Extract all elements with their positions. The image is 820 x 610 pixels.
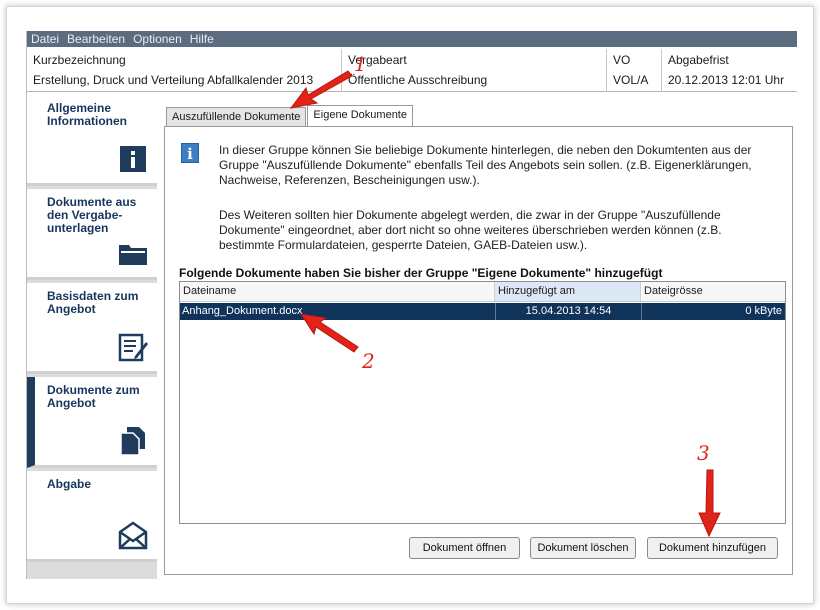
open-document-button[interactable]: Dokument öffnen	[409, 537, 520, 559]
vergabeart-value: Öffentliche Ausschreibung	[348, 73, 488, 87]
sidebar-item-label: Basisdaten zum Angebot	[47, 289, 139, 316]
info-icon	[120, 146, 146, 172]
abgabefrist-label: Abgabefrist	[668, 53, 729, 67]
sidebar-item-basisdaten[interactable]: Basisdaten zum Angebot	[27, 283, 157, 374]
table-row[interactable]: Anhang_Dokument.docx 15.04.2013 14:54 0 …	[180, 303, 785, 320]
section-title: Folgende Dokumente haben Sie bisher der …	[179, 266, 663, 280]
sidebar-item-label: Allgemeine Informationen	[47, 101, 127, 128]
kurzbezeichnung-label: Kurzbezeichnung	[33, 53, 126, 67]
cell-dateiname: Anhang_Dokument.docx	[182, 305, 303, 317]
main-content: Auszufüllende Dokumente Eigene Dokumente…	[160, 95, 797, 579]
envelope-icon	[118, 521, 148, 550]
folder-icon	[119, 245, 147, 265]
document-tabs: Auszufüllende Dokumente Eigene Dokumente	[166, 105, 414, 127]
info-icon: i	[181, 143, 199, 163]
eigene-dokumente-panel: i In dieser Gruppe können Sie beliebige …	[164, 126, 793, 575]
sidebar-item-allgemeine-informationen[interactable]: Allgemeine Informationen	[27, 95, 157, 186]
sidebar-item-label: Dokumente aus den Vergabe-unterlagen	[47, 195, 137, 235]
edit-form-icon	[118, 333, 148, 362]
cell-hinzugefuegt-am: 15.04.2013 14:54	[495, 303, 641, 320]
sidebar-item-label: Dokumente zum Angebot	[47, 383, 140, 410]
header-vergabeart: Vergabeart Öffentliche Ausschreibung	[341, 49, 606, 92]
annotation-number-3: 3	[697, 441, 710, 465]
kurzbezeichnung-value: Erstellung, Druck und Verteilung Abfallk…	[33, 73, 314, 87]
info-text-2: Des Weiteren sollten hier Dokumente abge…	[219, 208, 722, 252]
documents-icon	[120, 427, 145, 456]
tab-eigene-dokumente[interactable]: Eigene Dokumente	[307, 105, 413, 126]
tab-auszufuellende-dokumente[interactable]: Auszufüllende Dokumente	[166, 107, 307, 126]
table-header: Dateiname Hinzugefügt am Dateigrösse	[180, 282, 785, 302]
sidebar-item-label: Abgabe	[47, 477, 92, 491]
vo-label: VO	[613, 53, 631, 67]
column-dateiname[interactable]: Dateiname	[180, 282, 495, 301]
application-window: Datei Bearbeiten Optionen Hilfe Kurzbeze…	[26, 31, 797, 579]
vo-value: VOL/A	[613, 73, 649, 87]
menu-optionen[interactable]: Optionen	[133, 32, 182, 46]
sidebar-item-dokumente-vergabeunterlagen[interactable]: Dokumente aus den Vergabe-unterlagen	[27, 189, 157, 280]
sidebar-item-dokumente-zum-angebot[interactable]: Dokumente zum Angebot	[27, 377, 157, 468]
header-kurzbezeichnung: Kurzbezeichnung Erstellung, Druck und Ve…	[27, 49, 341, 92]
tender-header: Kurzbezeichnung Erstellung, Druck und Ve…	[27, 49, 797, 92]
column-hinzugefuegt-am[interactable]: Hinzugefügt am	[495, 282, 641, 301]
add-document-button[interactable]: Dokument hinzufügen	[647, 537, 778, 559]
info-text-1: In dieser Gruppe können Sie beliebige Do…	[219, 143, 752, 187]
menu-datei[interactable]: Datei	[31, 32, 59, 46]
sidebar: Allgemeine Informationen Dokumente aus d…	[27, 95, 157, 579]
annotation-number-1: 1	[354, 52, 367, 76]
delete-document-button[interactable]: Dokument löschen	[530, 537, 636, 559]
menu-hilfe[interactable]: Hilfe	[190, 32, 214, 46]
header-abgabefrist: Abgabefrist 20.12.2013 12:01 Uhr	[661, 49, 797, 92]
abgabefrist-value: 20.12.2013 12:01 Uhr	[668, 73, 785, 87]
cell-dateigroesse: 0 kByte	[641, 303, 785, 320]
sidebar-item-abgabe[interactable]: Abgabe	[27, 471, 157, 562]
menu-bar: Datei Bearbeiten Optionen Hilfe	[27, 31, 797, 47]
menu-bearbeiten[interactable]: Bearbeiten	[67, 32, 125, 46]
documents-table: Dateiname Hinzugefügt am Dateigrösse Anh…	[179, 281, 786, 524]
column-dateigroesse[interactable]: Dateigrösse	[641, 282, 785, 301]
header-vo: VO VOL/A	[606, 49, 661, 92]
annotation-number-2: 2	[362, 349, 375, 373]
